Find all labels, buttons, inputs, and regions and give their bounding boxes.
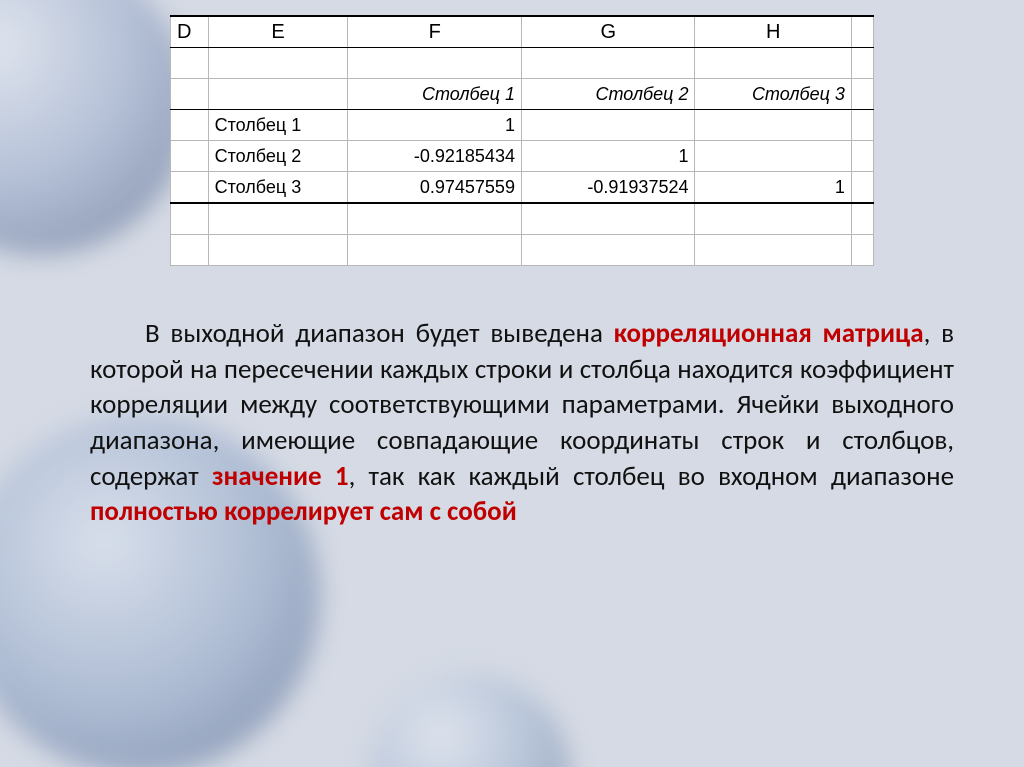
cell-value: -0.92185434 xyxy=(348,141,522,172)
column-letters-row: D E F G H xyxy=(171,16,874,48)
cell xyxy=(851,172,873,204)
cell xyxy=(851,79,873,110)
header-col1: Столбец 1 xyxy=(348,79,522,110)
cell-value: 1 xyxy=(521,141,695,172)
cell xyxy=(851,110,873,141)
table-row: Столбец 1 1 xyxy=(171,110,874,141)
correlation-matrix-sheet: D E F G H Столбец 1 Столбец 2 Столбец 3 … xyxy=(170,15,874,266)
col-letter: D xyxy=(171,16,209,48)
background-shape xyxy=(370,675,570,767)
row-label: Столбец 3 xyxy=(208,172,348,204)
cell xyxy=(851,141,873,172)
header-col2: Столбец 2 xyxy=(521,79,695,110)
cell xyxy=(171,79,209,110)
cell-value xyxy=(695,110,851,141)
background-shape xyxy=(0,0,190,255)
col-letter: F xyxy=(348,16,522,48)
cell xyxy=(171,110,209,141)
empty-row xyxy=(171,235,874,266)
empty-row xyxy=(171,48,874,79)
cell-value: 1 xyxy=(695,172,851,204)
highlight-self-correlates: полностью коррелирует сам с собой xyxy=(90,495,517,528)
highlight-value-1: значение 1 xyxy=(212,460,349,493)
body-paragraph: В выходной диапазон будет выведена корре… xyxy=(90,316,954,530)
text-run: , так как каждый столбец во входном диап… xyxy=(349,460,954,493)
header-col3: Столбец 3 xyxy=(695,79,851,110)
table-row: Столбец 3 0.97457559 -0.91937524 1 xyxy=(171,172,874,204)
data-header-row: Столбец 1 Столбец 2 Столбец 3 xyxy=(171,79,874,110)
cell-value: 1 xyxy=(348,110,522,141)
cell-value xyxy=(521,110,695,141)
highlight-correlation-matrix: корреляционная матрица xyxy=(614,317,924,350)
spreadsheet-table: D E F G H Столбец 1 Столбец 2 Столбец 3 … xyxy=(170,15,874,266)
text-run: В выходной диапазон будет выведена xyxy=(145,317,614,350)
col-letter: H xyxy=(695,16,851,48)
col-letter: E xyxy=(208,16,348,48)
cell-value: -0.91937524 xyxy=(521,172,695,204)
cell xyxy=(208,79,348,110)
table-row: Столбец 2 -0.92185434 1 xyxy=(171,141,874,172)
col-letter xyxy=(851,16,873,48)
cell-value: 0.97457559 xyxy=(348,172,522,204)
cell xyxy=(171,141,209,172)
cell xyxy=(171,172,209,204)
row-label: Столбец 1 xyxy=(208,110,348,141)
cell-value xyxy=(695,141,851,172)
empty-row xyxy=(171,203,874,235)
row-label: Столбец 2 xyxy=(208,141,348,172)
col-letter: G xyxy=(521,16,695,48)
